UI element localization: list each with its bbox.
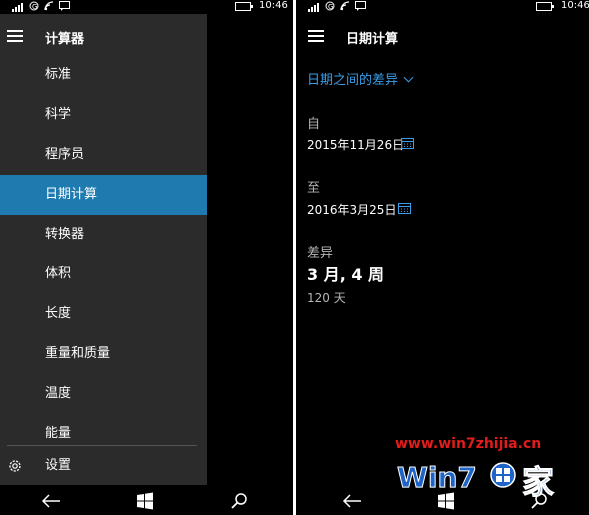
from-date-picker[interactable]: 2015年11月26日 <box>307 136 404 153</box>
menu-item-label: 体积 <box>45 266 72 281</box>
menu-item-date-calculation[interactable]: 日期计算 <box>0 175 207 215</box>
menu-item-label: 能量 <box>45 426 72 441</box>
page-title: 日期计算 <box>346 32 399 47</box>
battery-icon <box>235 2 253 11</box>
back-arrow-icon[interactable] <box>341 491 363 511</box>
menu-item-temperature[interactable]: 温度 <box>0 374 207 414</box>
menu-item-weight-mass[interactable]: 重量和质量 <box>0 334 207 374</box>
signal-icon <box>308 2 320 12</box>
menu-item-label: 标准 <box>45 67 72 82</box>
left-phone-screen: G 10:46 计算器 标准 科学 程序员 日期计算 转换器 体积 长度 重量和… <box>0 0 293 515</box>
menu-item-programmer[interactable]: 程序员 <box>0 135 207 175</box>
menu-item-volume[interactable]: 体积 <box>0 254 207 294</box>
back-arrow-icon[interactable] <box>40 491 62 511</box>
chevron-down-icon <box>403 72 414 83</box>
status-time: 10:46 <box>561 0 589 11</box>
difference-label: 差异 <box>307 246 334 261</box>
gear-icon <box>9 460 21 472</box>
windows-logo-icon[interactable] <box>134 491 156 511</box>
svg-text:G: G <box>328 3 333 11</box>
to-label: 至 <box>307 181 321 196</box>
menu-item-scientific[interactable]: 科学 <box>0 95 207 135</box>
win7zhijia-logo: Win7 家 <box>397 461 555 501</box>
menu-item-label: 转换器 <box>45 227 85 242</box>
signal-icon <box>12 2 24 12</box>
difference-result: 3 月, 4 周 <box>307 265 385 284</box>
calendar-icon[interactable] <box>401 137 414 149</box>
svg-text:家: 家 <box>522 463 554 500</box>
message-icon <box>355 1 366 11</box>
difference-days: 120 天 <box>307 291 346 305</box>
settings-button[interactable]: 设置 <box>0 452 207 480</box>
data-icon: G <box>29 1 39 11</box>
menu-item-label: 重量和质量 <box>45 346 111 361</box>
drawer-title: 计算器 <box>45 32 85 47</box>
mode-select-value: 日期之间的差异 <box>307 73 399 88</box>
settings-label: 设置 <box>45 458 72 473</box>
drawer-overlay[interactable] <box>207 14 293 485</box>
menu-item-label: 温度 <box>45 386 72 401</box>
battery-icon <box>536 2 554 11</box>
hamburger-menu-icon[interactable] <box>308 30 324 42</box>
menu-item-length[interactable]: 长度 <box>0 294 207 334</box>
data-icon: G <box>325 1 335 11</box>
menu-item-energy[interactable]: 能量 <box>0 414 207 454</box>
wifi-icon <box>44 1 54 11</box>
status-bar: G 10:46 <box>0 0 293 14</box>
menu-item-standard[interactable]: 标准 <box>0 55 207 95</box>
menu-item-label: 科学 <box>45 107 72 122</box>
wifi-icon <box>340 1 350 11</box>
menu-item-label: 程序员 <box>45 147 85 162</box>
calculation-mode-dropdown[interactable]: 日期之间的差异 <box>307 69 414 88</box>
watermark-url: www.win7zhijia.cn <box>395 436 542 452</box>
drawer-divider <box>7 445 197 446</box>
svg-text:G: G <box>32 3 37 11</box>
menu-item-label: 长度 <box>45 306 72 321</box>
hamburger-menu-icon[interactable] <box>7 30 23 42</box>
calendar-icon[interactable] <box>398 202 411 214</box>
message-icon <box>59 1 70 11</box>
to-date-picker[interactable]: 2016年3月25日 <box>307 201 396 218</box>
menu-item-label: 日期计算 <box>45 187 98 202</box>
status-bar: G 10:46 <box>296 0 589 14</box>
menu-item-converter[interactable]: 转换器 <box>0 215 207 255</box>
svg-text:Win7: Win7 <box>397 461 477 494</box>
navigation-bar <box>0 485 293 515</box>
from-label: 自 <box>307 117 321 132</box>
status-time: 10:46 <box>259 0 288 11</box>
search-icon[interactable] <box>228 491 250 511</box>
